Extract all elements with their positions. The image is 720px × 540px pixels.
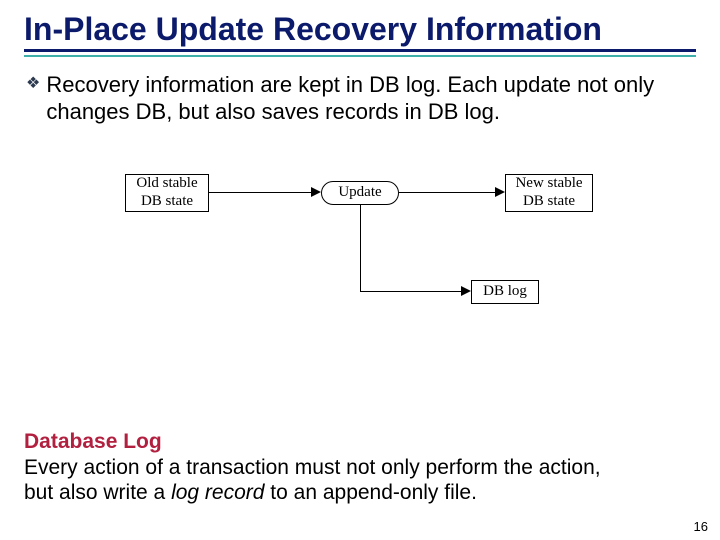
- footer-line-1: Every action of a transaction must not o…: [24, 455, 696, 481]
- diamond-bullet-icon: ❖: [26, 71, 40, 97]
- diagram-container: Old stable DB state Update New stable DB…: [24, 166, 696, 316]
- node-new-stable-state: New stable DB state: [505, 174, 593, 212]
- page-number: 16: [694, 519, 708, 534]
- footer-line-2-suffix: to an append-only file.: [264, 481, 476, 504]
- arrow-update-to-new-line: [399, 192, 495, 193]
- node-db-log: DB log: [471, 280, 539, 304]
- footer-line-2-prefix: but also write a: [24, 481, 171, 504]
- node-update: Update: [321, 181, 399, 205]
- node-old-stable-state: Old stable DB state: [125, 174, 209, 212]
- bullet-text: Recovery information are kept in DB log.…: [46, 71, 696, 126]
- arrow-update-to-log-head-icon: [461, 286, 471, 296]
- arrow-old-to-update-line: [209, 192, 311, 193]
- title-underline: [24, 49, 696, 57]
- bullet-item: ❖ Recovery information are kept in DB lo…: [26, 71, 696, 126]
- arrow-update-to-log-vertical: [360, 205, 361, 292]
- arrow-old-to-update-head-icon: [311, 187, 321, 197]
- footer-text: Database Log Every action of a transacti…: [24, 429, 696, 506]
- arrow-update-to-log-horizontal: [360, 291, 461, 292]
- flow-diagram: Old stable DB state Update New stable DB…: [125, 166, 595, 316]
- slide: In-Place Update Recovery Information ❖ R…: [0, 0, 720, 540]
- footer-line-2: but also write a log record to an append…: [24, 480, 696, 506]
- slide-title: In-Place Update Recovery Information: [24, 12, 696, 51]
- footer-heading: Database Log: [24, 429, 696, 455]
- arrow-update-to-new-head-icon: [495, 187, 505, 197]
- body-text: ❖ Recovery information are kept in DB lo…: [24, 71, 696, 126]
- footer-line-2-italic: log record: [171, 481, 264, 504]
